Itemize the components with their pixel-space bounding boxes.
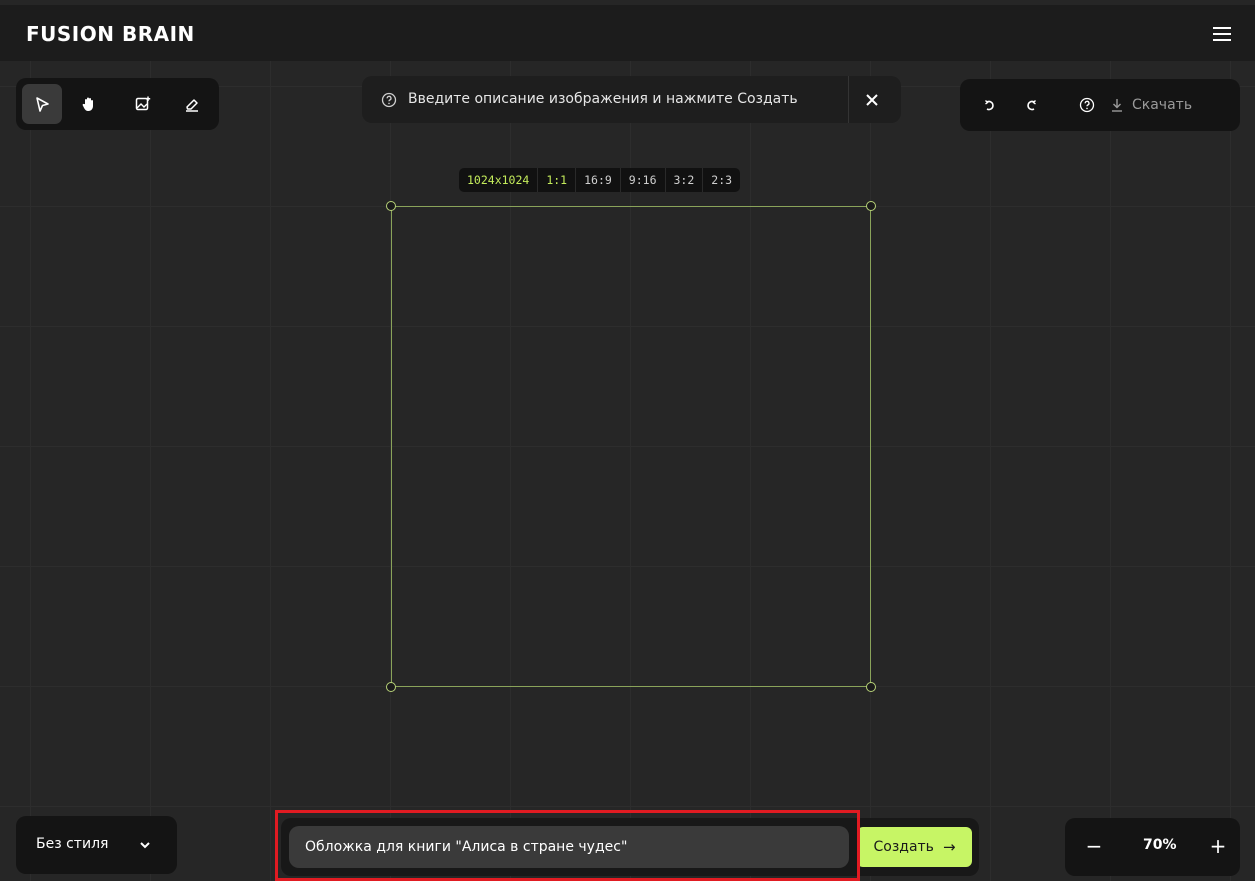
- create-button-label: Создать: [873, 839, 934, 855]
- ratio-option-3-2[interactable]: 3:2: [666, 168, 704, 192]
- chevron-down-icon: [140, 842, 150, 849]
- help-button[interactable]: [1076, 93, 1098, 117]
- hint-text: Введите описание изображения и нажмите С…: [408, 91, 798, 107]
- history-panel: Скачать: [960, 79, 1240, 131]
- ratio-option-1-1[interactable]: 1:1: [538, 168, 577, 192]
- resize-handle-top-right[interactable]: [866, 201, 876, 211]
- resize-handle-top-left[interactable]: [386, 201, 396, 211]
- image-tool-button[interactable]: [123, 84, 163, 124]
- top-bar: FUSION BRAIN: [0, 5, 1255, 61]
- hint-banner: Введите описание изображения и нажмите С…: [362, 76, 901, 123]
- generation-frame[interactable]: [391, 206, 871, 687]
- arrow-right-icon: →: [942, 838, 956, 856]
- eraser-tool-button[interactable]: [172, 84, 212, 124]
- zoom-control: − 70% +: [1065, 818, 1240, 876]
- prompt-bar: Создать →: [281, 818, 979, 876]
- divider: [848, 76, 849, 123]
- ratio-option-2-3[interactable]: 2:3: [703, 168, 740, 192]
- download-label: Скачать: [1132, 97, 1193, 113]
- hand-icon: [82, 97, 93, 111]
- undo-button[interactable]: [980, 93, 998, 117]
- cursor-icon: [36, 97, 49, 112]
- aspect-ratio-bar: 1024x1024 1:1 16:9 9:16 3:2 2:3: [459, 168, 741, 192]
- style-select-value: Без стиля: [36, 836, 109, 852]
- prompt-input[interactable]: [289, 826, 849, 868]
- image-add-icon: [135, 96, 151, 111]
- ratio-option-9-16[interactable]: 9:16: [621, 168, 666, 192]
- redo-button[interactable]: [1023, 93, 1041, 117]
- resolution-label: 1024x1024: [459, 168, 539, 192]
- help-circle-icon: [1079, 97, 1095, 113]
- zoom-in-button[interactable]: +: [1207, 834, 1229, 858]
- close-icon: [866, 94, 878, 106]
- eraser-icon: [186, 99, 198, 112]
- hand-tool-button[interactable]: [69, 84, 109, 124]
- menu-icon[interactable]: [1213, 27, 1231, 41]
- ratio-option-16-9[interactable]: 16:9: [576, 168, 621, 192]
- zoom-out-button[interactable]: −: [1083, 834, 1105, 858]
- close-hint-button[interactable]: [860, 88, 884, 112]
- create-button[interactable]: Создать →: [857, 827, 972, 867]
- select-tool-button[interactable]: [22, 84, 62, 124]
- app-logo: FUSION BRAIN: [26, 22, 195, 46]
- resize-handle-bottom-left[interactable]: [386, 682, 396, 692]
- download-button[interactable]: Скачать: [1110, 93, 1230, 117]
- zoom-level: 70%: [1143, 837, 1177, 853]
- help-circle-icon: [381, 92, 397, 108]
- redo-icon: [1027, 100, 1036, 111]
- undo-icon: [985, 100, 994, 111]
- tool-panel: [16, 78, 219, 130]
- download-icon: [1112, 99, 1122, 112]
- style-select[interactable]: Без стиля: [16, 816, 177, 874]
- resize-handle-bottom-right[interactable]: [866, 682, 876, 692]
